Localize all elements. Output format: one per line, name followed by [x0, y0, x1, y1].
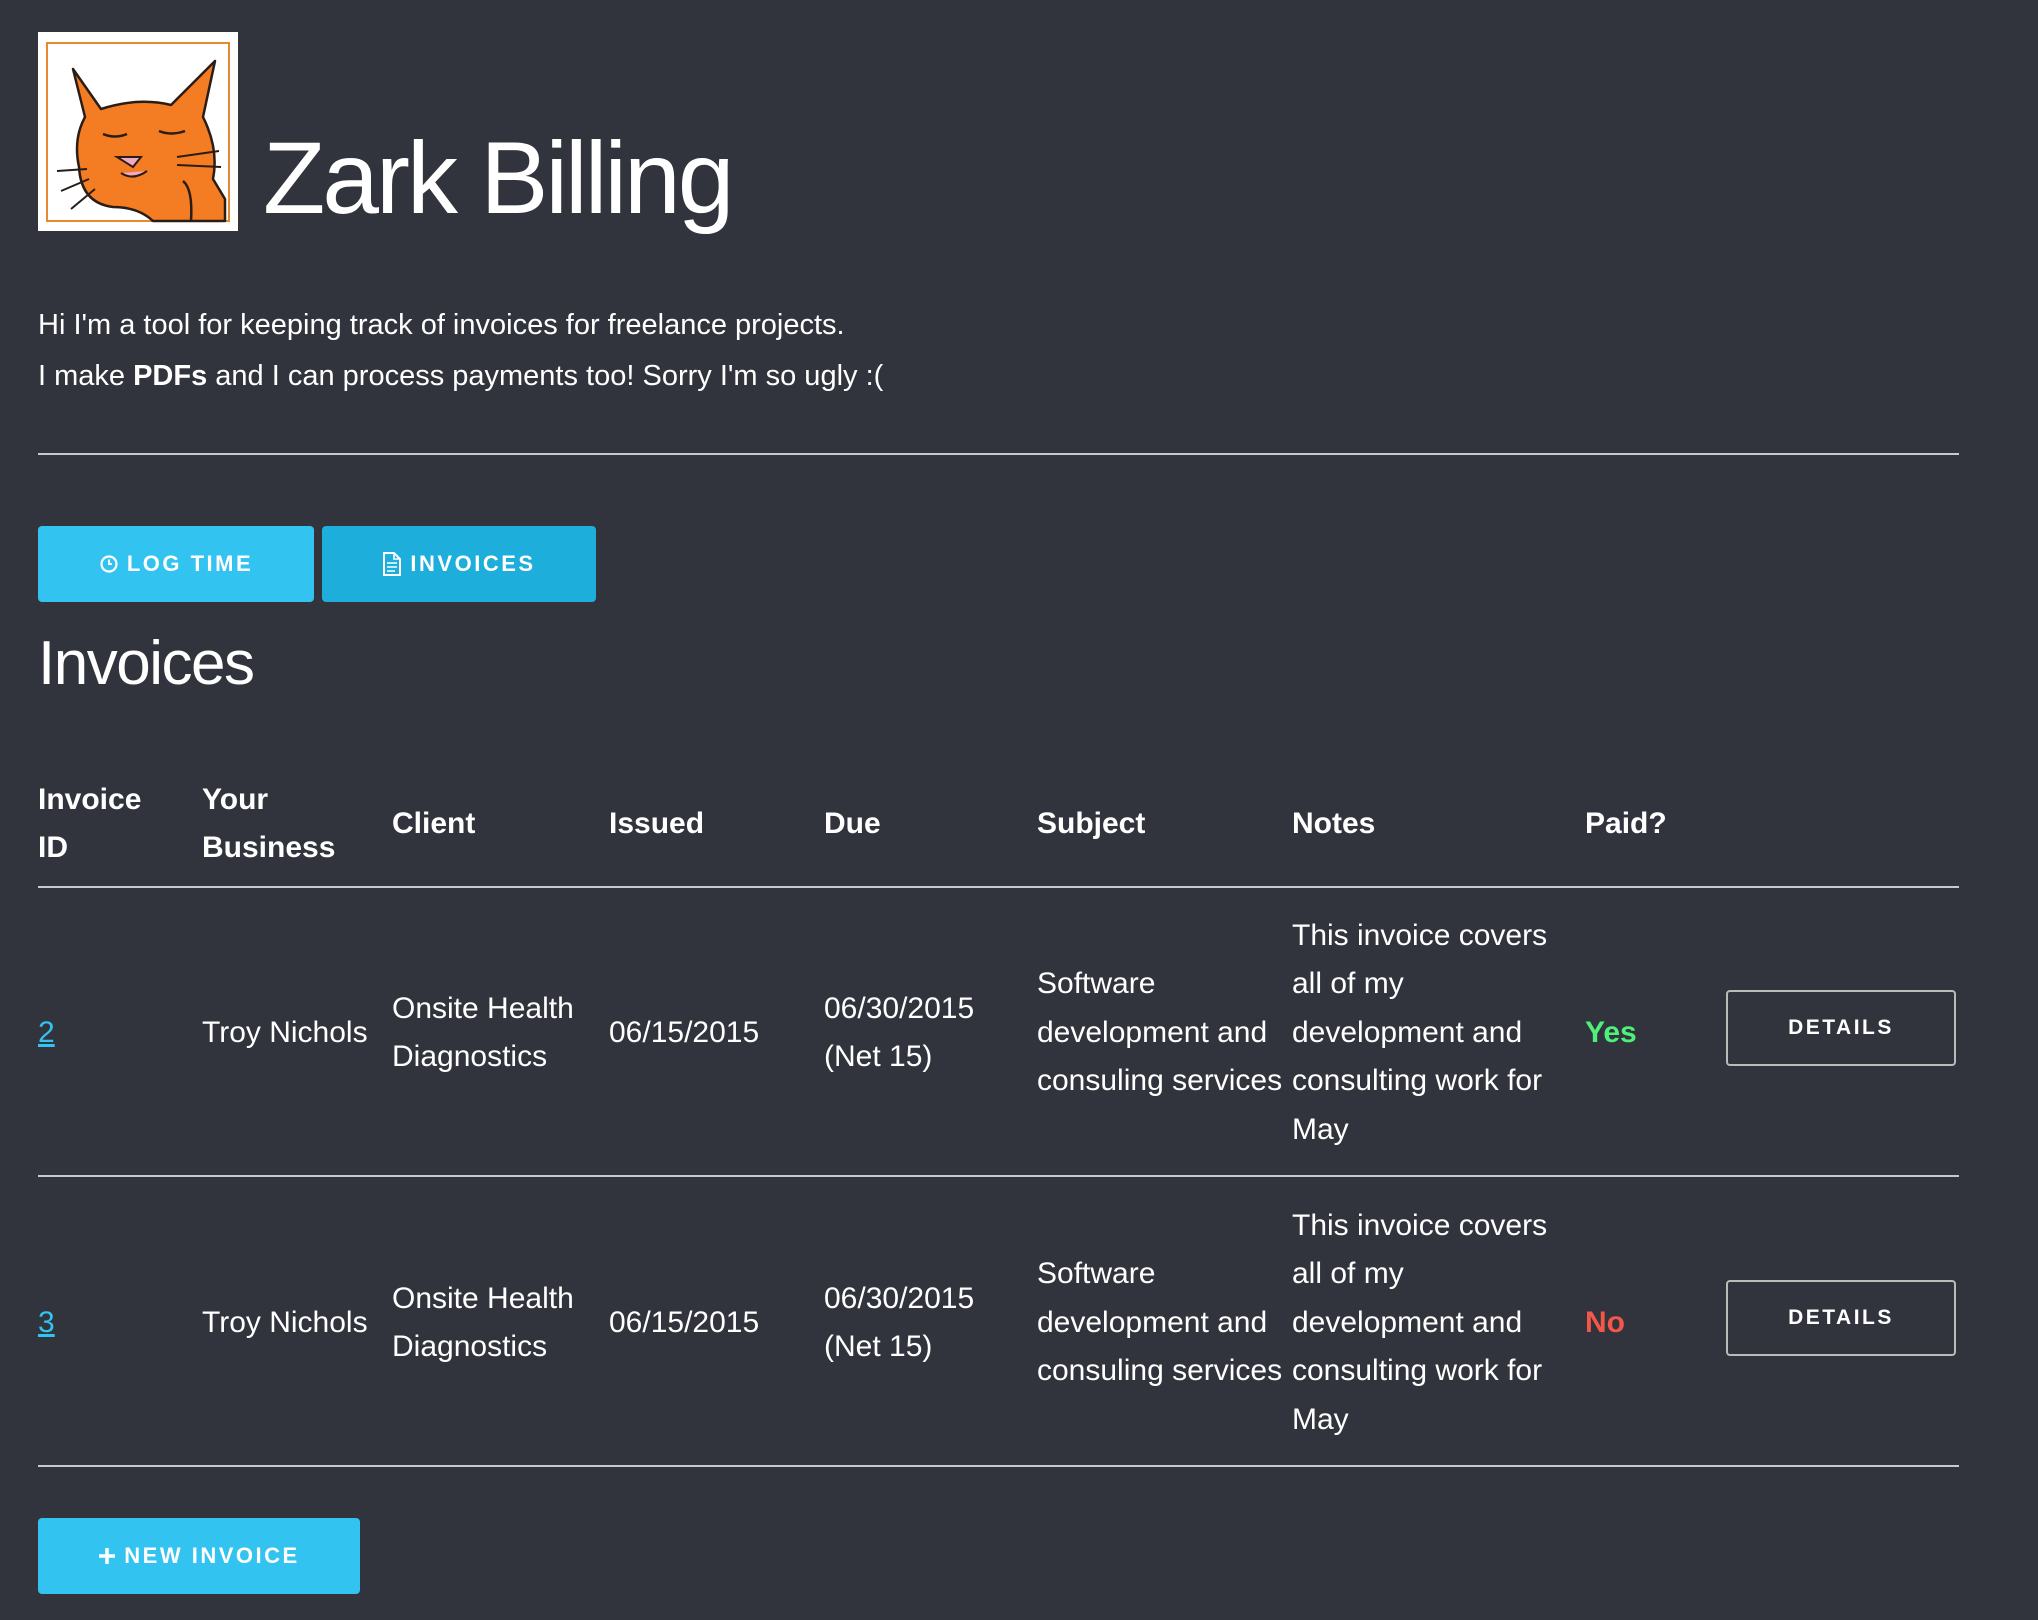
- app-header: Zark Billing: [38, 32, 734, 235]
- intro-text: Hi I'm a tool for keeping track of invoi…: [38, 300, 883, 402]
- details-button[interactable]: DETAILS: [1726, 1280, 1956, 1356]
- header-due: Due: [824, 807, 881, 840]
- intro-line-1: Hi I'm a tool for keeping track of invoi…: [38, 309, 845, 341]
- notes-cell: This invoice covers all of my developmen…: [1292, 1208, 1548, 1436]
- subject-cell: Software development and consuling servi…: [1037, 1257, 1283, 1388]
- business-cell: Troy Nichols: [202, 1015, 368, 1049]
- new-invoice-label: NEW INVOICE: [124, 1543, 300, 1568]
- header-invoice-id: Invoice ID: [38, 762, 198, 886]
- business-cell: Troy Nichols: [202, 1305, 368, 1339]
- paid-status: Yes: [1585, 1015, 1637, 1049]
- invoices-label: INVOICES: [410, 551, 536, 576]
- header-issued: Issued: [609, 807, 705, 840]
- client-cell: Onsite Health Diagnostics: [392, 991, 574, 1074]
- page: Zark Billing Hi I'm a tool for keeping t…: [0, 0, 2038, 1620]
- invoice-id-link[interactable]: 2: [38, 1009, 55, 1058]
- invoices-table: Invoice ID Your Business Client Issued Due…: [38, 762, 1959, 1467]
- paid-cell: No: [1585, 1178, 1715, 1468]
- notes-cell: This invoice covers all of my developmen…: [1292, 918, 1548, 1146]
- invoices-button[interactable]: INVOICES: [322, 526, 596, 602]
- client-cell: Onsite Health Diagnostics: [392, 1281, 574, 1364]
- header-business-line2: Business: [202, 831, 336, 864]
- paid-cell: Yes: [1585, 888, 1715, 1178]
- action-cell: DETAILS: [1726, 1178, 1959, 1468]
- new-invoice-button[interactable]: NEW INVOICE: [38, 1518, 360, 1594]
- header-client: Client: [392, 807, 476, 840]
- document-icon: [383, 552, 402, 576]
- table-header: Invoice ID Your Business Client Issued Due…: [38, 762, 1959, 886]
- intro-line-2: I make PDFs and I can process payments t…: [38, 351, 883, 402]
- header-invoice-id-line2: ID: [38, 831, 68, 864]
- issued-cell: 06/15/2015: [609, 1015, 760, 1049]
- main-nav: LOG TIME INVOICES: [38, 526, 596, 602]
- intro-line-2-bold: PDFs: [133, 360, 208, 392]
- header-business-line1: Your: [202, 783, 269, 816]
- header-subject: Subject: [1037, 807, 1146, 840]
- action-cell: DETAILS: [1726, 888, 1959, 1178]
- subject-cell: Software development and consuling servi…: [1037, 967, 1283, 1098]
- header-paid: Paid?: [1585, 807, 1667, 840]
- log-time-button[interactable]: LOG TIME: [38, 526, 314, 602]
- table-bottom-divider: [38, 1465, 1959, 1467]
- divider: [38, 453, 1959, 455]
- details-button[interactable]: DETAILS: [1726, 990, 1956, 1066]
- logo: [38, 32, 238, 231]
- plus-icon: [99, 1548, 116, 1564]
- header-invoice-id-line1: Invoice: [38, 783, 142, 816]
- header-your-business: Your Business: [202, 762, 387, 886]
- app-title: Zark Billing: [263, 121, 734, 235]
- invoice-id-cell: 3: [38, 1178, 198, 1468]
- invoices-title: Invoices: [38, 629, 255, 698]
- log-time-label: LOG TIME: [126, 551, 254, 576]
- intro-line-2-suffix: and I can process payments too! Sorry I'…: [207, 360, 884, 392]
- due-cell: 06/30/2015 (Net 15): [824, 991, 975, 1074]
- table-row: 3 Troy Nichols Onsite Health Diagnostics…: [38, 1178, 1959, 1468]
- invoice-id-link[interactable]: 3: [38, 1299, 55, 1348]
- intro-line-2-prefix: I make: [38, 360, 134, 392]
- row-divider: [38, 1175, 1959, 1177]
- orange-cat-icon: [46, 41, 230, 222]
- issued-cell: 06/15/2015: [609, 1305, 760, 1339]
- header-notes: Notes: [1292, 807, 1376, 840]
- due-cell: 06/30/2015 (Net 15): [824, 1281, 975, 1364]
- paid-status: No: [1585, 1305, 1625, 1339]
- table-row: 2 Troy Nichols Onsite Health Diagnostics…: [38, 888, 1959, 1178]
- clock-icon: [100, 555, 118, 573]
- invoice-id-cell: 2: [38, 888, 198, 1178]
